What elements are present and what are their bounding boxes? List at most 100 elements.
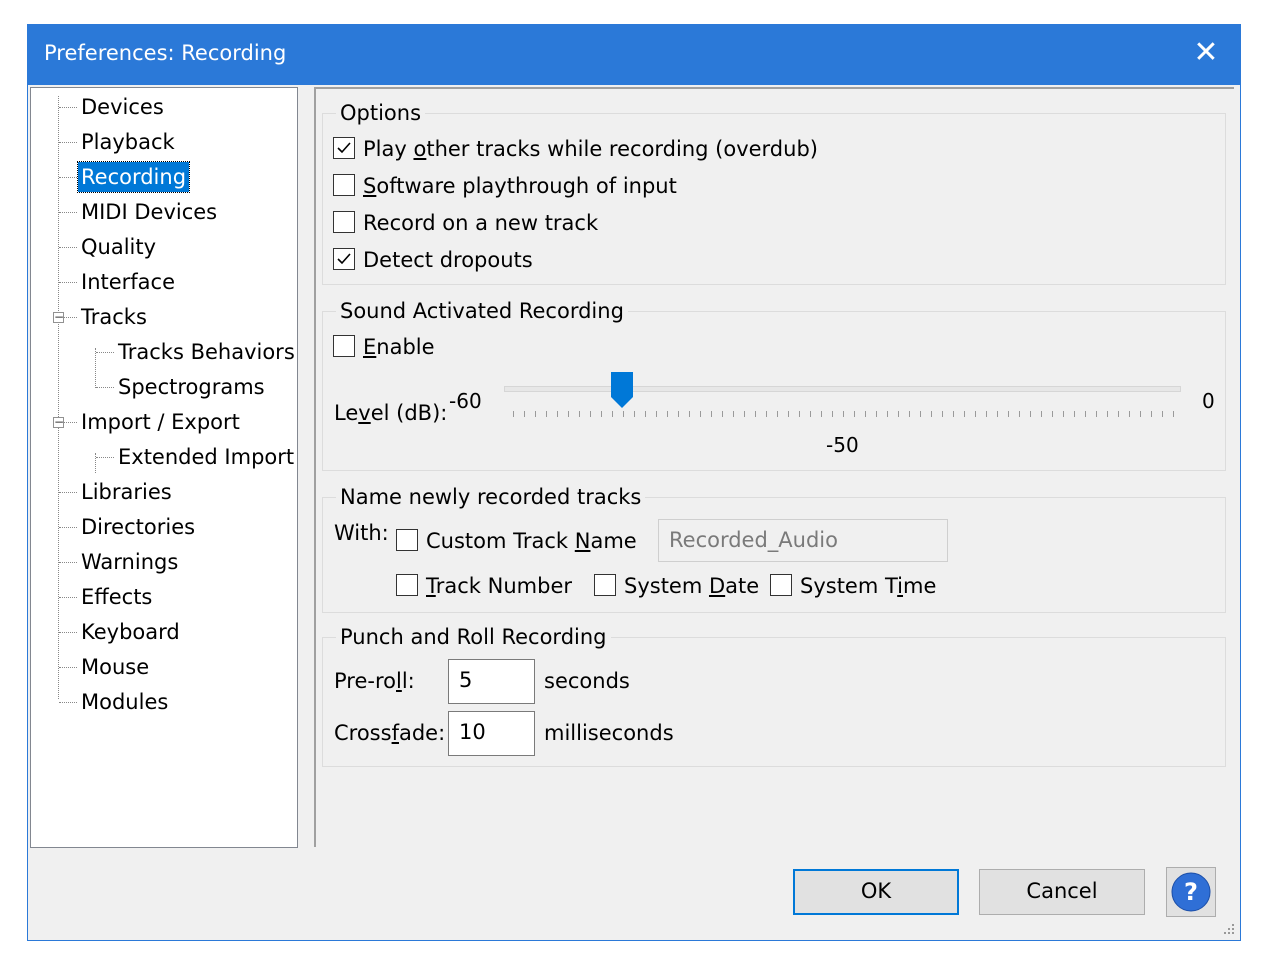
level-label-post: el (dB):	[370, 401, 448, 425]
collapse-icon[interactable]: −	[53, 416, 64, 428]
tree-item-directories[interactable]: Directories	[81, 512, 195, 542]
tree-item-keyboard[interactable]: Keyboard	[81, 617, 180, 647]
tree-line	[96, 457, 114, 458]
tree-item-warnings[interactable]: Warnings	[81, 547, 178, 577]
checkbox-unchecked-icon[interactable]	[594, 574, 616, 596]
enable-label-mnemonic: E	[363, 335, 377, 359]
checkbox-unchecked-icon[interactable]	[396, 529, 418, 551]
slider-tick	[557, 411, 558, 417]
software-playthrough-checkbox[interactable]: Software playthrough of input	[333, 172, 677, 200]
help-button[interactable]: ?	[1166, 867, 1216, 917]
preferences-tree[interactable]: Devices Playback Recording MIDI Devices …	[30, 87, 298, 848]
preroll-input[interactable]: 5	[448, 659, 535, 704]
tree-item-quality[interactable]: Quality	[81, 232, 156, 262]
tree-item-modules[interactable]: Modules	[81, 687, 168, 717]
checkbox-unchecked-icon[interactable]	[333, 335, 355, 357]
slider-tick	[1019, 411, 1020, 417]
tree-item-libraries[interactable]: Libraries	[81, 477, 172, 507]
track-number-checkbox[interactable]: Track Number	[396, 572, 572, 600]
settings-panel: Options Play other tracks while recordin…	[314, 87, 1234, 847]
slider-tick	[678, 411, 679, 417]
overdub-label-post: ther tracks while recording (overdub)	[426, 137, 818, 161]
checkbox-unchecked-icon[interactable]	[396, 574, 418, 596]
slider-tick	[1096, 411, 1097, 417]
system-time-label-pre: System T	[800, 574, 898, 598]
slider-tick	[524, 411, 525, 417]
slider-tick	[590, 411, 591, 417]
tree-item-interface[interactable]: Interface	[81, 267, 175, 297]
preroll-unit: seconds	[544, 669, 630, 693]
collapse-icon[interactable]: −	[53, 311, 64, 323]
crossfade-unit: milliseconds	[544, 721, 674, 745]
with-label: With:	[334, 521, 389, 545]
checkbox-checked-icon[interactable]	[333, 137, 355, 159]
tree-item-recording[interactable]: Recording	[76, 161, 191, 193]
enable-sound-activated-checkbox[interactable]: Enable	[333, 333, 435, 361]
overdub-checkbox[interactable]: Play other tracks while recording (overd…	[333, 135, 818, 163]
slider-tick	[986, 411, 987, 417]
tree-item-mouse[interactable]: Mouse	[81, 652, 149, 682]
tree-item-effects[interactable]: Effects	[81, 582, 152, 612]
slider-tick	[898, 411, 899, 417]
slider-tick	[997, 411, 998, 417]
tree-line	[96, 352, 114, 353]
slider-tick	[788, 411, 789, 417]
tree-item-extended-import[interactable]: Extended Import	[118, 442, 294, 472]
custom-name-label-mnemonic: N	[574, 529, 591, 553]
custom-track-name-checkbox[interactable]: Custom Track Name	[396, 527, 637, 555]
slider-tick	[601, 411, 602, 417]
crossfade-input[interactable]: 10	[448, 711, 535, 756]
resize-grip-icon[interactable]	[1222, 922, 1236, 936]
tree-item-import-export[interactable]: Import / Export	[81, 407, 240, 437]
slider-tick	[667, 411, 668, 417]
slider-tick	[1173, 411, 1174, 417]
tree-line	[59, 632, 77, 633]
level-label-pre: Le	[334, 401, 359, 425]
tree-line	[59, 667, 77, 668]
crossfade-label-pre: Cross	[334, 721, 392, 745]
slider-tick	[579, 411, 580, 417]
tree-line	[59, 107, 77, 108]
slider-tick	[568, 411, 569, 417]
system-time-label-post: me	[903, 574, 937, 598]
tree-item-tracks-behaviors[interactable]: Tracks Behaviors	[118, 337, 295, 367]
tree-line	[59, 282, 77, 283]
ok-button[interactable]: OK	[793, 869, 959, 915]
system-time-checkbox[interactable]: System Time	[770, 572, 936, 600]
slider-tick	[1030, 411, 1031, 417]
record-new-track-checkbox[interactable]: Record on a new track	[333, 209, 598, 237]
level-slider-thumb[interactable]	[610, 371, 634, 409]
slider-tick	[546, 411, 547, 417]
preroll-label-post: l:	[401, 669, 415, 693]
playthrough-label-post: oftware playthrough of input	[376, 174, 677, 198]
slider-tick	[612, 411, 613, 417]
close-icon[interactable]: ✕	[1188, 35, 1224, 71]
checkbox-unchecked-icon[interactable]	[333, 211, 355, 233]
detect-dropouts-checkbox[interactable]: Detect dropouts	[333, 246, 533, 274]
tree-item-tracks[interactable]: Tracks	[81, 302, 147, 332]
checkbox-checked-icon[interactable]	[333, 248, 355, 270]
cancel-button[interactable]: Cancel	[979, 869, 1145, 915]
slider-tick	[821, 411, 822, 417]
tree-line	[59, 142, 77, 143]
slider-tick	[656, 411, 657, 417]
preroll-label-pre: Pre-ro	[334, 669, 396, 693]
tree-line	[95, 453, 96, 473]
crossfade-label-post: ade:	[398, 721, 446, 745]
checkbox-unchecked-icon[interactable]	[770, 574, 792, 596]
checkbox-unchecked-icon[interactable]	[333, 174, 355, 196]
tree-line	[58, 96, 59, 699]
slider-tick	[810, 411, 811, 417]
crossfade-label: Crossfade:	[334, 721, 445, 745]
level-min-label: -60	[449, 389, 482, 413]
system-date-label-post: ate	[725, 574, 760, 598]
level-slider-track[interactable]	[504, 386, 1181, 392]
tree-item-spectrograms[interactable]: Spectrograms	[118, 372, 265, 402]
tree-item-playback[interactable]: Playback	[81, 127, 175, 157]
slider-tick	[634, 411, 635, 417]
tree-item-midi-devices[interactable]: MIDI Devices	[81, 197, 217, 227]
custom-track-name-input[interactable]: Recorded_Audio	[658, 519, 948, 562]
tree-item-devices[interactable]: Devices	[81, 92, 164, 122]
system-date-checkbox[interactable]: System Date	[594, 572, 759, 600]
options-group-title: Options	[336, 101, 426, 125]
